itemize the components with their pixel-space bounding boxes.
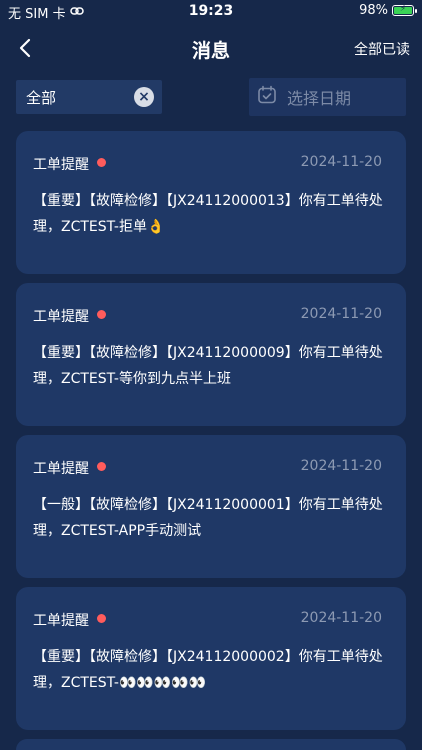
message-date: 2024-11-20 [300, 154, 382, 170]
battery-percent: 98% [359, 3, 388, 18]
message-type-label: 工单提醒 [33, 461, 89, 477]
message-text: 【重要】【故障检修】【JX24112000013】你有工单待处理，ZCTEST-… [33, 193, 383, 235]
message-type-label: 工单提醒 [33, 309, 89, 325]
battery-icon: ⚡ [392, 4, 417, 16]
message-card[interactable]: 工单提醒 2024-11-20 【重要】【故障检修】【JX24112000009… [16, 283, 406, 426]
message-card-partial[interactable] [16, 739, 406, 750]
message-type: 工单提醒 [33, 458, 106, 478]
message-text: 【重要】【故障检修】【JX24112000009】你有工单待处理，ZCTEST-… [33, 345, 383, 387]
date-placeholder: 选择日期 [287, 89, 352, 108]
message-date: 2024-11-20 [300, 458, 382, 474]
status-bar: 无 SIM 卡 19:23 98% ⚡ [0, 0, 422, 24]
message-type-label: 工单提醒 [33, 613, 89, 629]
date-picker[interactable]: 选择日期 [249, 78, 406, 116]
unread-dot [97, 157, 106, 167]
unread-dot [97, 613, 106, 623]
message-type: 工单提醒 [33, 306, 106, 326]
message-card[interactable]: 工单提醒 2024-11-20 【一般】【故障检修】【JX24112000001… [16, 435, 406, 578]
clear-icon[interactable]: × [134, 87, 154, 107]
message-date: 2024-11-20 [300, 610, 382, 626]
message-type: 工单提醒 [33, 154, 106, 174]
unread-dot [97, 309, 106, 319]
message-text: 【重要】【故障检修】【JX24112000002】你有工单待处理，ZCTEST-… [33, 649, 383, 691]
message-type: 工单提醒 [33, 610, 106, 630]
charging-bolt-icon: ⚡ [399, 4, 407, 14]
status-right: 98% ⚡ [359, 3, 417, 18]
type-filter-select[interactable]: 全部 × [16, 80, 162, 114]
mark-all-read-button[interactable]: 全部已读 [354, 39, 410, 59]
message-type-label: 工单提醒 [33, 157, 89, 173]
nav-header: 消息 全部已读 [0, 28, 422, 68]
unread-dot [97, 461, 106, 471]
message-card[interactable]: 工单提醒 2024-11-20 【重要】【故障检修】【JX24112000002… [16, 587, 406, 730]
calendar-icon [257, 85, 277, 109]
messages-screen: 无 SIM 卡 19:23 98% ⚡ 消息 全部已读 全部 × 选择日期 工单… [0, 0, 422, 750]
type-filter-value: 全部 [26, 88, 57, 107]
message-card[interactable]: 工单提醒 2024-11-20 【重要】【故障检修】【JX24112000013… [16, 131, 406, 274]
message-date: 2024-11-20 [300, 306, 382, 322]
message-text: 【一般】【故障检修】【JX24112000001】你有工单待处理，ZCTEST-… [33, 497, 383, 539]
